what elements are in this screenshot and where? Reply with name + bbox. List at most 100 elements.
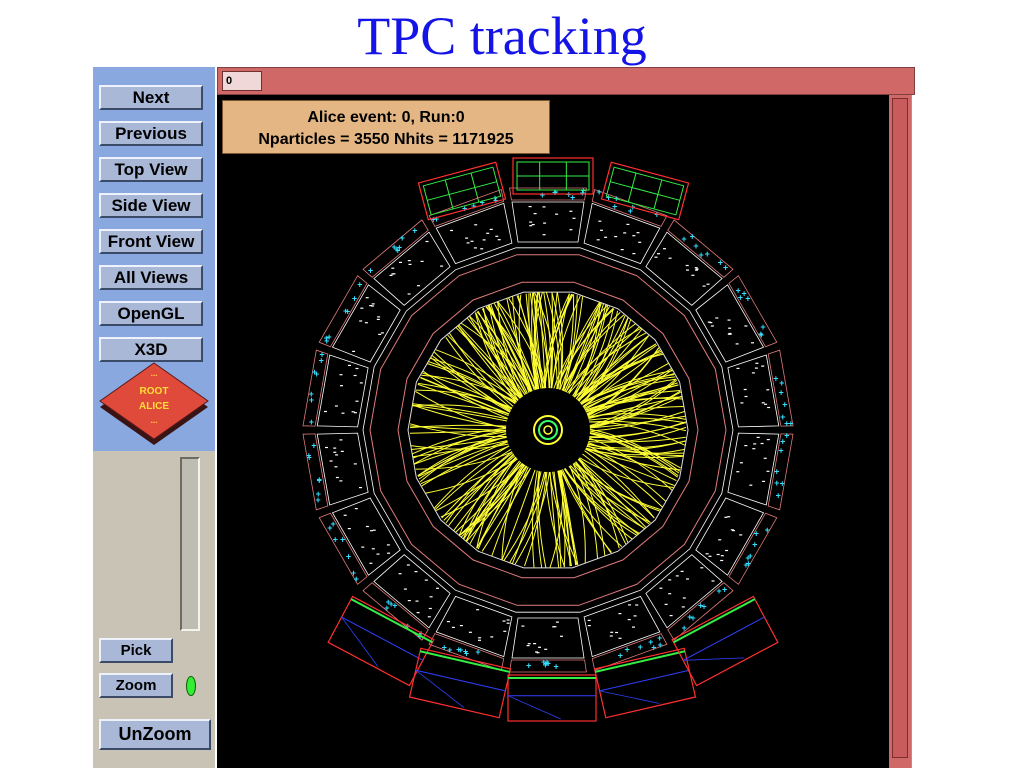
hit-cyan: + [368,265,373,275]
logo-dots-bottom: ... [151,416,158,425]
right-scrollbar-track[interactable] [892,98,908,758]
right-scrollbar[interactable] [889,95,911,768]
hit-cyan: + [526,661,531,671]
hit-cyan: + [718,258,723,268]
x3d-button[interactable]: X3D [99,337,203,362]
zoom-button[interactable]: Zoom [99,673,173,698]
detector-module [511,617,585,659]
pick-button[interactable]: Pick [99,638,173,663]
hit-cyan: + [681,234,686,244]
top-detector-box [417,161,507,221]
hit-cyan: + [784,418,789,428]
particles-hits-text: Nparticles = 3550 Nhits = 1171925 [258,131,514,148]
hit-cyan: + [722,584,727,594]
hit-cyan: + [782,400,787,410]
hit-cyan: + [340,534,345,544]
hit-cyan: + [412,225,417,235]
event-info-box: Alice event: 0, Run:0 Nparticles = 3550 … [222,100,550,154]
unzoom-button[interactable]: UnZoom [99,719,211,750]
root-alice-logo[interactable]: ... ROOT ALICE ... [96,361,212,449]
previous-button[interactable]: Previous [99,121,203,146]
inner-core [506,388,590,472]
detector-module [316,432,369,506]
hit-cyan: + [543,659,548,669]
hit-cyan: + [773,373,778,383]
logo-alice-text: ALICE [139,401,169,412]
hit-cyan: + [343,306,348,316]
hit-cyan: + [618,651,623,661]
hit-cyan: + [723,262,728,272]
hit-cyan: + [311,441,316,451]
hit-cyan: + [354,574,359,584]
hit-cyan: + [357,280,362,290]
hit-cyan: + [735,285,740,295]
hit-cyan: + [312,367,317,377]
hit-cyan: + [315,495,320,505]
bottom-detector-box [408,647,512,719]
hit-cyan: + [458,645,463,655]
opengl-button[interactable]: OpenGL [99,301,203,326]
hit-cyan: + [540,190,545,200]
hit-cyan: + [705,249,710,259]
hit-cyan: + [447,645,452,655]
hit-cyan: + [752,540,757,550]
hit-cyan: + [317,475,322,485]
hit-cyan: + [638,642,643,652]
detector-module [316,354,369,428]
event-display-canvas[interactable]: + + + + + + + + + + + + + + + + + + + + + + + + + + + + + + + + + + + + + + + +… [217,95,889,768]
hit-cyan: + [309,417,314,427]
hit-cyan: + [758,329,763,339]
bottom-detector-box [507,674,597,722]
front-view-button[interactable]: Front View [99,229,203,254]
hit-cyan: + [779,378,784,388]
zoom-indicator-led [186,676,196,696]
next-button[interactable]: Next [99,85,203,110]
slider-handle[interactable]: 0 [222,71,262,91]
detector-view: +++++++++++++++++++++++++ +++++++++++++++… [302,157,794,722]
hit-cyan: + [687,612,692,622]
vertical-scrollbar[interactable] [180,457,200,631]
hit-cyan: + [748,551,753,561]
hit-cyan: + [778,446,783,456]
hit-cyan: + [462,203,467,213]
hit-cyan: + [745,294,750,304]
hit-cyan: + [475,647,480,657]
hit-cyan: + [681,623,686,633]
control-panel: Next Previous Top View Side View Front V… [93,67,215,768]
detector-module [727,354,780,428]
detector-module [331,284,401,363]
detector-module [645,554,723,629]
frame-edge [911,95,912,768]
all-views-button[interactable]: All Views [99,265,203,290]
hit-cyan: + [596,187,601,197]
detector-module [511,201,585,243]
logo-dots-top: ... [151,369,158,378]
detector-module [373,231,451,306]
horizontal-slider-bar[interactable]: 0 [217,67,915,95]
hit-cyan: + [319,355,324,365]
hit-cyan: + [698,600,703,610]
hit-cyan: + [553,661,558,671]
hit-cyan: + [698,250,703,260]
hit-cyan: + [352,293,357,303]
hit-cyan: + [778,388,783,398]
hit-cyan: + [657,633,662,643]
hit-cyan: + [309,395,314,405]
hit-cyan: + [394,244,399,254]
button-area: Next Previous Top View Side View Front V… [93,67,215,451]
hit-cyan: + [346,552,351,562]
hit-cyan: + [765,525,770,535]
hit-cyan: + [743,560,748,570]
top-view-button[interactable]: Top View [99,157,203,182]
hit-cyan: + [400,233,405,243]
hit-cyan: + [464,648,469,658]
event-run-text: Alice event: 0, Run:0 [307,109,465,126]
hit-cyan: + [651,643,656,653]
hit-cyan: + [307,452,312,462]
hit-cyan: + [326,332,331,342]
hit-cyan: + [388,599,393,609]
side-view-button[interactable]: Side View [99,193,203,218]
slide-title: TPC tracking [357,6,647,66]
hit-cyan: + [776,491,781,501]
track [418,432,521,480]
